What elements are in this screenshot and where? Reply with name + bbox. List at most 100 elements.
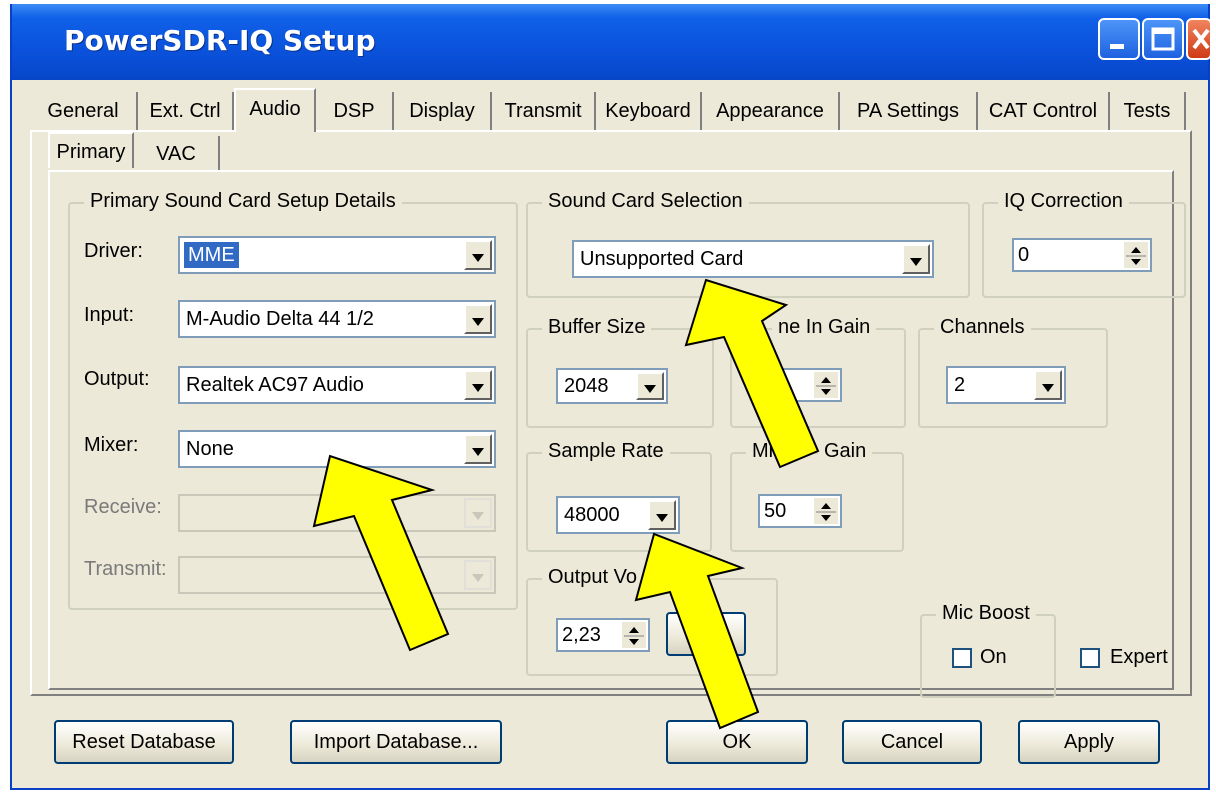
line-in-gain-spinner[interactable] xyxy=(758,368,842,402)
primary-setup-group-title: Primary Sound Card Setup Details xyxy=(84,190,402,213)
mixer-label: Mixer: xyxy=(84,434,139,456)
spin-updown-icon xyxy=(1126,247,1146,265)
sample-rate-select[interactable]: 48000 xyxy=(556,496,680,534)
iq-correction-spinner[interactable]: 0 xyxy=(1012,238,1152,272)
chevron-down-icon xyxy=(472,254,484,262)
output-volume-button[interactable] xyxy=(666,612,746,656)
chevron-down-icon xyxy=(472,318,484,326)
line-in-gain-group-title: ne In Gain xyxy=(772,316,877,339)
iq-correction-spin-buttons[interactable] xyxy=(1124,242,1148,268)
line-in-gain-spin-buttons[interactable] xyxy=(814,372,838,398)
transmit-dropdown-button[interactable] xyxy=(464,560,492,590)
buffer-size-select[interactable]: 2048 xyxy=(556,368,668,404)
receive-label: Receive: xyxy=(84,496,162,518)
output-label: Output: xyxy=(84,368,150,390)
sample-rate-value: 48000 xyxy=(564,503,620,526)
input-dropdown-button[interactable] xyxy=(464,304,492,334)
tab-general[interactable]: General xyxy=(30,92,138,130)
spin-updown-icon xyxy=(816,503,836,521)
maximize-button[interactable] xyxy=(1142,18,1184,60)
tab-ext-ctrl[interactable]: Ext. Ctrl xyxy=(138,92,234,130)
close-icon xyxy=(1192,28,1210,50)
title-bar[interactable]: PowerSDR-IQ Setup xyxy=(12,4,1212,80)
sound-card-value: Unsupported Card xyxy=(580,247,744,270)
tab-dsp[interactable]: DSP xyxy=(316,92,394,130)
tab-tests[interactable]: Tests xyxy=(1110,92,1186,130)
sample-rate-group-title: Sample Rate xyxy=(542,440,670,463)
mic-gain-spin-buttons[interactable] xyxy=(814,498,838,524)
mic-gain-spinner[interactable]: 50 xyxy=(758,494,842,528)
buffer-size-value: 2048 xyxy=(564,374,609,397)
reset-database-button[interactable]: Reset Database xyxy=(54,720,234,764)
sample-rate-dropdown-button[interactable] xyxy=(648,500,676,530)
chevron-down-icon xyxy=(644,385,656,393)
iq-correction-group-title: IQ Correction xyxy=(998,190,1129,213)
input-select[interactable]: M-Audio Delta 44 1/2 xyxy=(178,300,496,338)
minimize-button[interactable] xyxy=(1098,18,1140,60)
setup-window: PowerSDR-IQ Setup General Ext. Ctrl Audi… xyxy=(10,4,1212,790)
input-value: M-Audio Delta 44 1/2 xyxy=(186,307,374,330)
subtab-vac[interactable]: VAC xyxy=(134,136,220,172)
buffer-size-group-title: Buffer Size xyxy=(542,316,652,339)
driver-select[interactable]: MME xyxy=(178,236,496,274)
output-value: Realtek AC97 Audio xyxy=(186,373,364,396)
input-label: Input: xyxy=(84,304,135,326)
output-volume-spinner[interactable]: 2,23 xyxy=(556,618,650,652)
window-title: PowerSDR-IQ Setup xyxy=(64,24,376,57)
import-database-button[interactable]: Import Database... xyxy=(290,720,502,764)
close-button[interactable] xyxy=(1186,18,1212,60)
output-select[interactable]: Realtek AC97 Audio xyxy=(178,366,496,404)
channels-select[interactable]: 2 xyxy=(946,366,1066,404)
expert-label: Expert xyxy=(1110,646,1168,668)
transmit-label: Transmit: xyxy=(84,558,167,580)
output-volume-value: 2,23 xyxy=(562,623,601,646)
chevron-down-icon xyxy=(910,258,922,266)
chevron-down-icon xyxy=(472,448,484,456)
chevron-down-icon xyxy=(472,512,484,520)
tab-cat-control[interactable]: CAT Control xyxy=(978,92,1110,130)
transmit-select[interactable] xyxy=(178,556,496,594)
maximize-icon xyxy=(1151,27,1175,51)
channels-dropdown-button[interactable] xyxy=(1034,370,1062,400)
apply-button[interactable]: Apply xyxy=(1018,720,1160,764)
buffer-size-dropdown-button[interactable] xyxy=(636,372,664,400)
mic-gain-group-title-left: Mic xyxy=(746,440,790,463)
channels-value: 2 xyxy=(954,373,966,396)
sound-card-dropdown-button[interactable] xyxy=(902,244,930,274)
mic-boost-group-title: Mic Boost xyxy=(936,602,1036,625)
chevron-down-icon xyxy=(1042,384,1054,392)
receive-dropdown-button[interactable] xyxy=(464,498,492,528)
cancel-button[interactable]: Cancel xyxy=(842,720,982,764)
ok-button[interactable]: OK xyxy=(666,720,808,764)
driver-label: Driver: xyxy=(84,240,143,262)
subtab-primary[interactable]: Primary xyxy=(48,132,134,168)
mixer-dropdown-button[interactable] xyxy=(464,434,492,464)
driver-dropdown-button[interactable] xyxy=(464,240,492,270)
driver-value: MME xyxy=(184,242,239,268)
sound-card-group-title: Sound Card Selection xyxy=(542,190,749,213)
mic-boost-on-checkbox[interactable] xyxy=(952,648,972,668)
tab-transmit[interactable]: Transmit xyxy=(492,92,596,130)
mic-boost-on-label: On xyxy=(980,646,1007,668)
channels-group-title: Channels xyxy=(934,316,1031,339)
tab-display[interactable]: Display xyxy=(394,92,492,130)
expert-checkbox[interactable] xyxy=(1080,648,1100,668)
tab-appearance[interactable]: Appearance xyxy=(702,92,840,130)
tab-pa-settings[interactable]: PA Settings xyxy=(840,92,978,130)
spin-updown-icon xyxy=(624,627,644,645)
chevron-down-icon xyxy=(472,384,484,392)
output-dropdown-button[interactable] xyxy=(464,370,492,400)
chevron-down-icon xyxy=(656,514,668,522)
minimize-icon xyxy=(1110,44,1124,49)
mixer-value: None xyxy=(186,437,234,460)
tab-audio[interactable]: Audio xyxy=(234,88,316,132)
mixer-select[interactable]: None xyxy=(178,430,496,468)
tab-keyboard[interactable]: Keyboard xyxy=(596,92,702,130)
output-volume-spin-buttons[interactable] xyxy=(622,622,646,648)
sound-card-select[interactable]: Unsupported Card xyxy=(572,240,934,278)
spin-updown-icon xyxy=(816,377,836,395)
mic-gain-value: 50 xyxy=(764,499,787,522)
output-volume-group-title: Output Vo xyxy=(542,566,643,589)
receive-select[interactable] xyxy=(178,494,496,532)
chevron-down-icon xyxy=(472,574,484,582)
